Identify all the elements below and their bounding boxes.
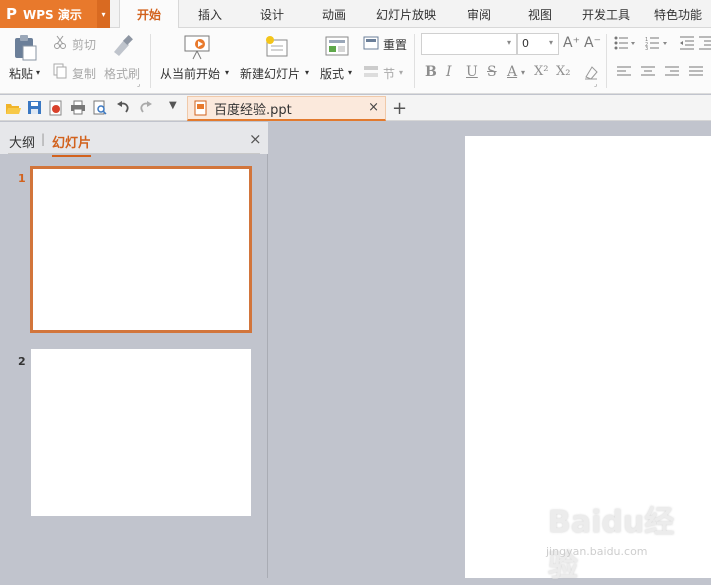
- tab-design[interactable]: 设计: [249, 0, 295, 28]
- section-dropdown-icon[interactable]: ▾: [399, 68, 403, 77]
- open-icon[interactable]: [5, 101, 21, 115]
- align-left-icon[interactable]: [617, 66, 631, 78]
- numbered-list-icon[interactable]: 123: [645, 36, 669, 50]
- undo-icon[interactable]: [116, 101, 130, 114]
- format-painter-icon: [114, 35, 133, 56]
- italic-button[interactable]: I: [446, 64, 452, 80]
- paste-dropdown-icon[interactable]: ▾: [36, 68, 40, 77]
- shrink-font-button[interactable]: A⁻: [584, 35, 601, 51]
- new-slide-button[interactable]: 新建幻灯片: [240, 65, 300, 82]
- new-slide-dropdown-icon[interactable]: ▾: [305, 68, 309, 77]
- section-button[interactable]: 节: [383, 65, 395, 82]
- layout-button[interactable]: 版式: [320, 65, 344, 82]
- tab-insert[interactable]: 插入: [187, 0, 233, 28]
- from-current-button[interactable]: 从当前开始: [160, 65, 220, 82]
- subscript-button[interactable]: X₂: [556, 64, 570, 79]
- app-dropdown-button[interactable]: ▾: [97, 0, 110, 28]
- superscript-button[interactable]: X²: [534, 64, 548, 79]
- tab-home[interactable]: 开始: [119, 0, 179, 29]
- tab-slideshow[interactable]: 幻灯片放映: [371, 0, 441, 28]
- save-icon[interactable]: [27, 100, 42, 115]
- tab-separator: |: [41, 132, 46, 146]
- wps-logo-icon: P: [6, 5, 17, 23]
- tab-animation[interactable]: 动画: [311, 0, 357, 28]
- font-name-field[interactable]: [421, 33, 517, 55]
- font-name-dropdown-icon[interactable]: ▾: [507, 38, 511, 47]
- tab-special-features[interactable]: 特色功能: [647, 0, 709, 28]
- app-name: WPS 演示: [23, 7, 82, 22]
- ribbon-divider: [150, 34, 151, 88]
- copy-button[interactable]: 复制: [72, 65, 96, 82]
- export-pdf-icon[interactable]: [48, 100, 64, 116]
- document-tab[interactable]: 百度经验.ppt ×: [187, 96, 386, 121]
- slide-thumbnail-2[interactable]: [31, 349, 251, 516]
- clipboard-launcher-icon[interactable]: ⌟: [137, 80, 140, 88]
- play-from-current-icon: [184, 35, 210, 60]
- watermark-url: jingyan.baidu.com: [546, 545, 648, 558]
- ribbon-divider: [606, 34, 607, 88]
- slide-number: 1: [18, 172, 26, 185]
- font-color-dropdown-icon[interactable]: ▾: [521, 68, 525, 77]
- add-tab-button[interactable]: +: [392, 98, 407, 119]
- increase-indent-icon[interactable]: [699, 36, 711, 50]
- baidu-watermark: Baidu经验 jingyan.baidu.com: [532, 497, 682, 584]
- redo-icon[interactable]: [139, 101, 153, 114]
- customize-toolbar-dropdown-icon[interactable]: ▼: [169, 100, 177, 111]
- panel-divider: [8, 153, 260, 154]
- panel-tabs: 大纲 | 幻灯片 ×: [0, 122, 268, 157]
- clear-format-icon[interactable]: [583, 64, 599, 80]
- slide-number: 2: [18, 355, 26, 368]
- slide-thumbnail-1[interactable]: [30, 166, 252, 333]
- grow-font-button[interactable]: A⁺: [563, 35, 580, 51]
- ppt-file-icon: [194, 100, 207, 116]
- layout-dropdown-icon[interactable]: ▾: [348, 68, 352, 77]
- font-size-dropdown-icon[interactable]: ▾: [549, 38, 553, 47]
- panel-close-icon[interactable]: ×: [249, 130, 262, 148]
- app-menu-button[interactable]: P WPS 演示: [0, 0, 97, 28]
- print-icon[interactable]: [70, 100, 86, 115]
- decrease-indent-icon[interactable]: [680, 36, 694, 50]
- tab-review[interactable]: 审阅: [456, 0, 502, 28]
- ribbon: 粘贴 ▾ 剪切 复制 格式刷 ⌟ 从当前开始 ▾ 新建幻灯片 ▾ 版式 ▾ 重置: [0, 28, 711, 94]
- reset-icon: [363, 36, 379, 50]
- font-launcher-icon[interactable]: ⌟: [594, 80, 597, 88]
- copy-icon: [53, 63, 67, 79]
- print-preview-icon[interactable]: [92, 100, 108, 116]
- reset-button[interactable]: 重置: [383, 36, 407, 53]
- svg-text:3: 3: [645, 46, 648, 50]
- layout-icon: [325, 36, 349, 56]
- format-painter-button[interactable]: 格式刷: [104, 65, 140, 82]
- document-tab-name: 百度经验.ppt: [214, 102, 292, 118]
- font-color-button[interactable]: A: [507, 64, 517, 80]
- paste-icon[interactable]: [12, 34, 38, 62]
- bold-button[interactable]: B: [425, 64, 437, 80]
- close-tab-icon[interactable]: ×: [368, 100, 379, 115]
- tab-developer[interactable]: 开发工具: [577, 0, 635, 28]
- tab-view[interactable]: 视图: [517, 0, 563, 28]
- ribbon-divider: [414, 34, 415, 88]
- cut-button[interactable]: 剪切: [72, 36, 96, 53]
- align-right-icon[interactable]: [665, 66, 679, 78]
- section-icon: [364, 66, 378, 77]
- strikethrough-button[interactable]: S: [487, 64, 497, 80]
- bullet-list-icon[interactable]: [614, 36, 636, 50]
- new-slide-icon: [266, 36, 288, 57]
- underline-button[interactable]: U: [466, 64, 478, 80]
- from-current-dropdown-icon[interactable]: ▾: [225, 68, 229, 77]
- justify-icon[interactable]: [689, 66, 703, 78]
- tab-outline[interactable]: 大纲: [9, 132, 35, 151]
- align-center-icon[interactable]: [641, 66, 655, 78]
- paste-button[interactable]: 粘贴: [9, 65, 33, 82]
- watermark-brand: Baidu经验: [548, 505, 675, 584]
- cut-icon: [54, 35, 66, 49]
